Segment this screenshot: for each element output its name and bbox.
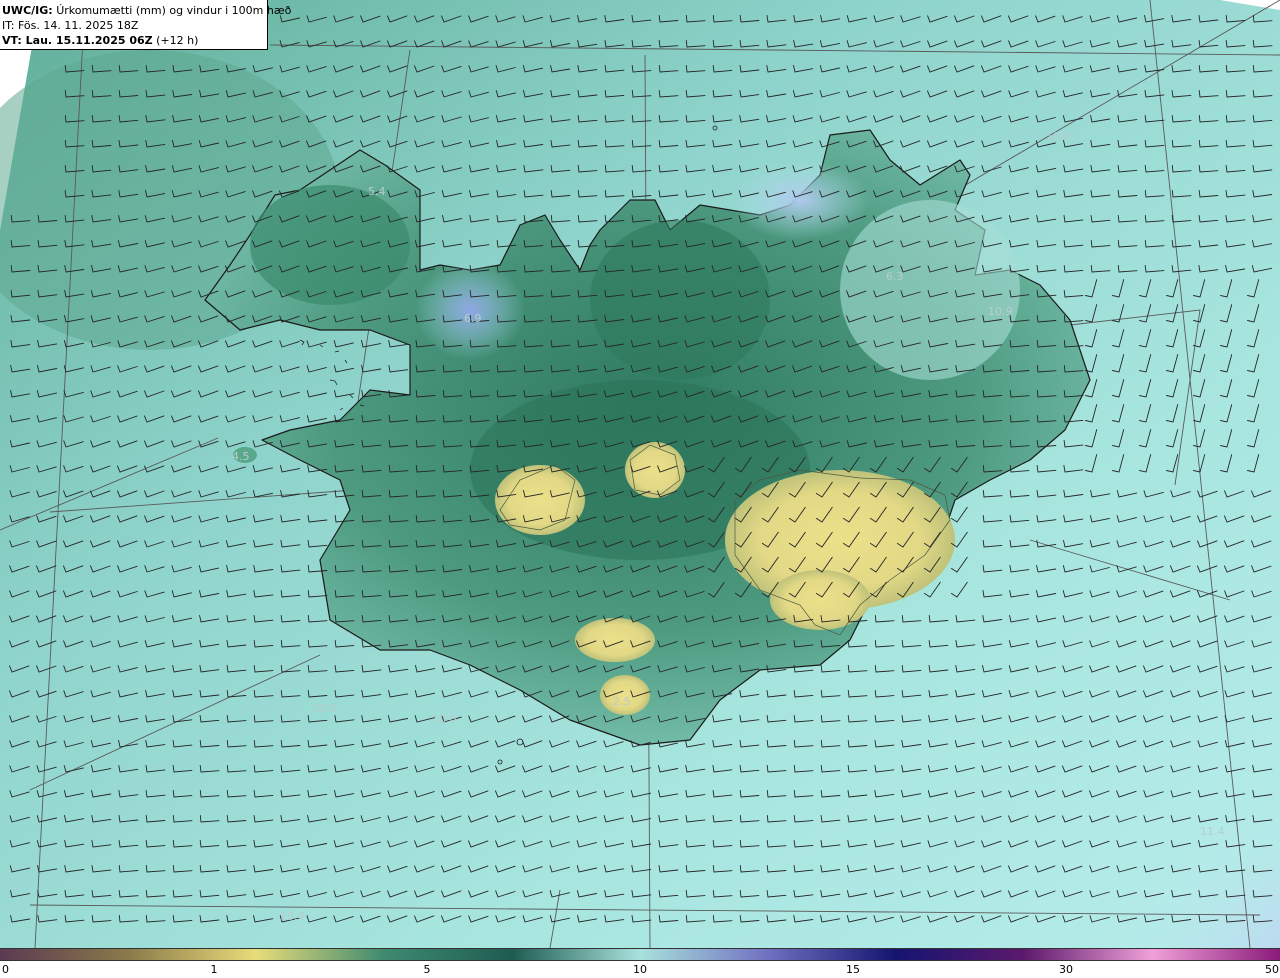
colorbar-tick: 50 (1265, 963, 1279, 976)
hofsjokull (625, 442, 685, 498)
model-name: UWC/IG: (2, 4, 53, 17)
value-label: 6.9 (464, 312, 482, 325)
colorbar-strip (0, 948, 1280, 961)
value-label: 10.8 (1046, 130, 1071, 143)
westfjords-highlands (250, 185, 410, 305)
colorbar-tick: 10 (633, 963, 647, 976)
lead-time: (+12 h) (152, 34, 199, 47)
valid-time-line: VT: Lau. 15.11.2025 06Z (+12 h) (2, 33, 267, 48)
header-title-line: UWC/IG: Úrkomumætti (mm) og vindur i 100… (2, 3, 291, 18)
precipitation-wind-map[interactable]: 5.4 6.3 10.8 10.9 6.9 4.5 10.1 10.0 2.5 … (0, 0, 1280, 948)
value-label: 6.3 (886, 270, 904, 283)
vatnajokull-south (770, 570, 870, 630)
north-highlands (590, 220, 770, 380)
value-label: 10.9 (988, 305, 1013, 318)
value-label: 10.4 (280, 910, 305, 923)
myrdalsjokull (575, 618, 655, 662)
value-label: 2.5 (613, 695, 631, 708)
value-label: 11.4 (1200, 825, 1225, 838)
value-label: 4.5 (232, 450, 250, 463)
colorbar-tick: 5 (423, 963, 431, 976)
precipitation-colorbar: 0 1 5 10 15 30 50 (0, 948, 1280, 978)
northeast-pale-patch (840, 200, 1020, 380)
langjokull (495, 465, 585, 535)
value-label: 5.4 (368, 185, 386, 198)
colorbar-tick: 0 (2, 963, 9, 976)
issue-time: IT: Fös. 14. 11. 2025 18Z (2, 19, 139, 32)
map-header: UWC/IG: Úrkomumætti (mm) og vindur i 100… (0, 0, 291, 50)
value-label: 10.1 (313, 702, 338, 715)
valid-time: VT: Lau. 15.11.2025 06Z (2, 34, 153, 47)
product-title: Úrkomumætti (mm) og vindur i 100m hæð (56, 4, 292, 17)
colorbar-tick: 1 (210, 963, 218, 976)
value-label: 10.0 (432, 713, 457, 726)
colorbar-tick: 15 (846, 963, 860, 976)
colorbar-tick: 30 (1059, 963, 1073, 976)
